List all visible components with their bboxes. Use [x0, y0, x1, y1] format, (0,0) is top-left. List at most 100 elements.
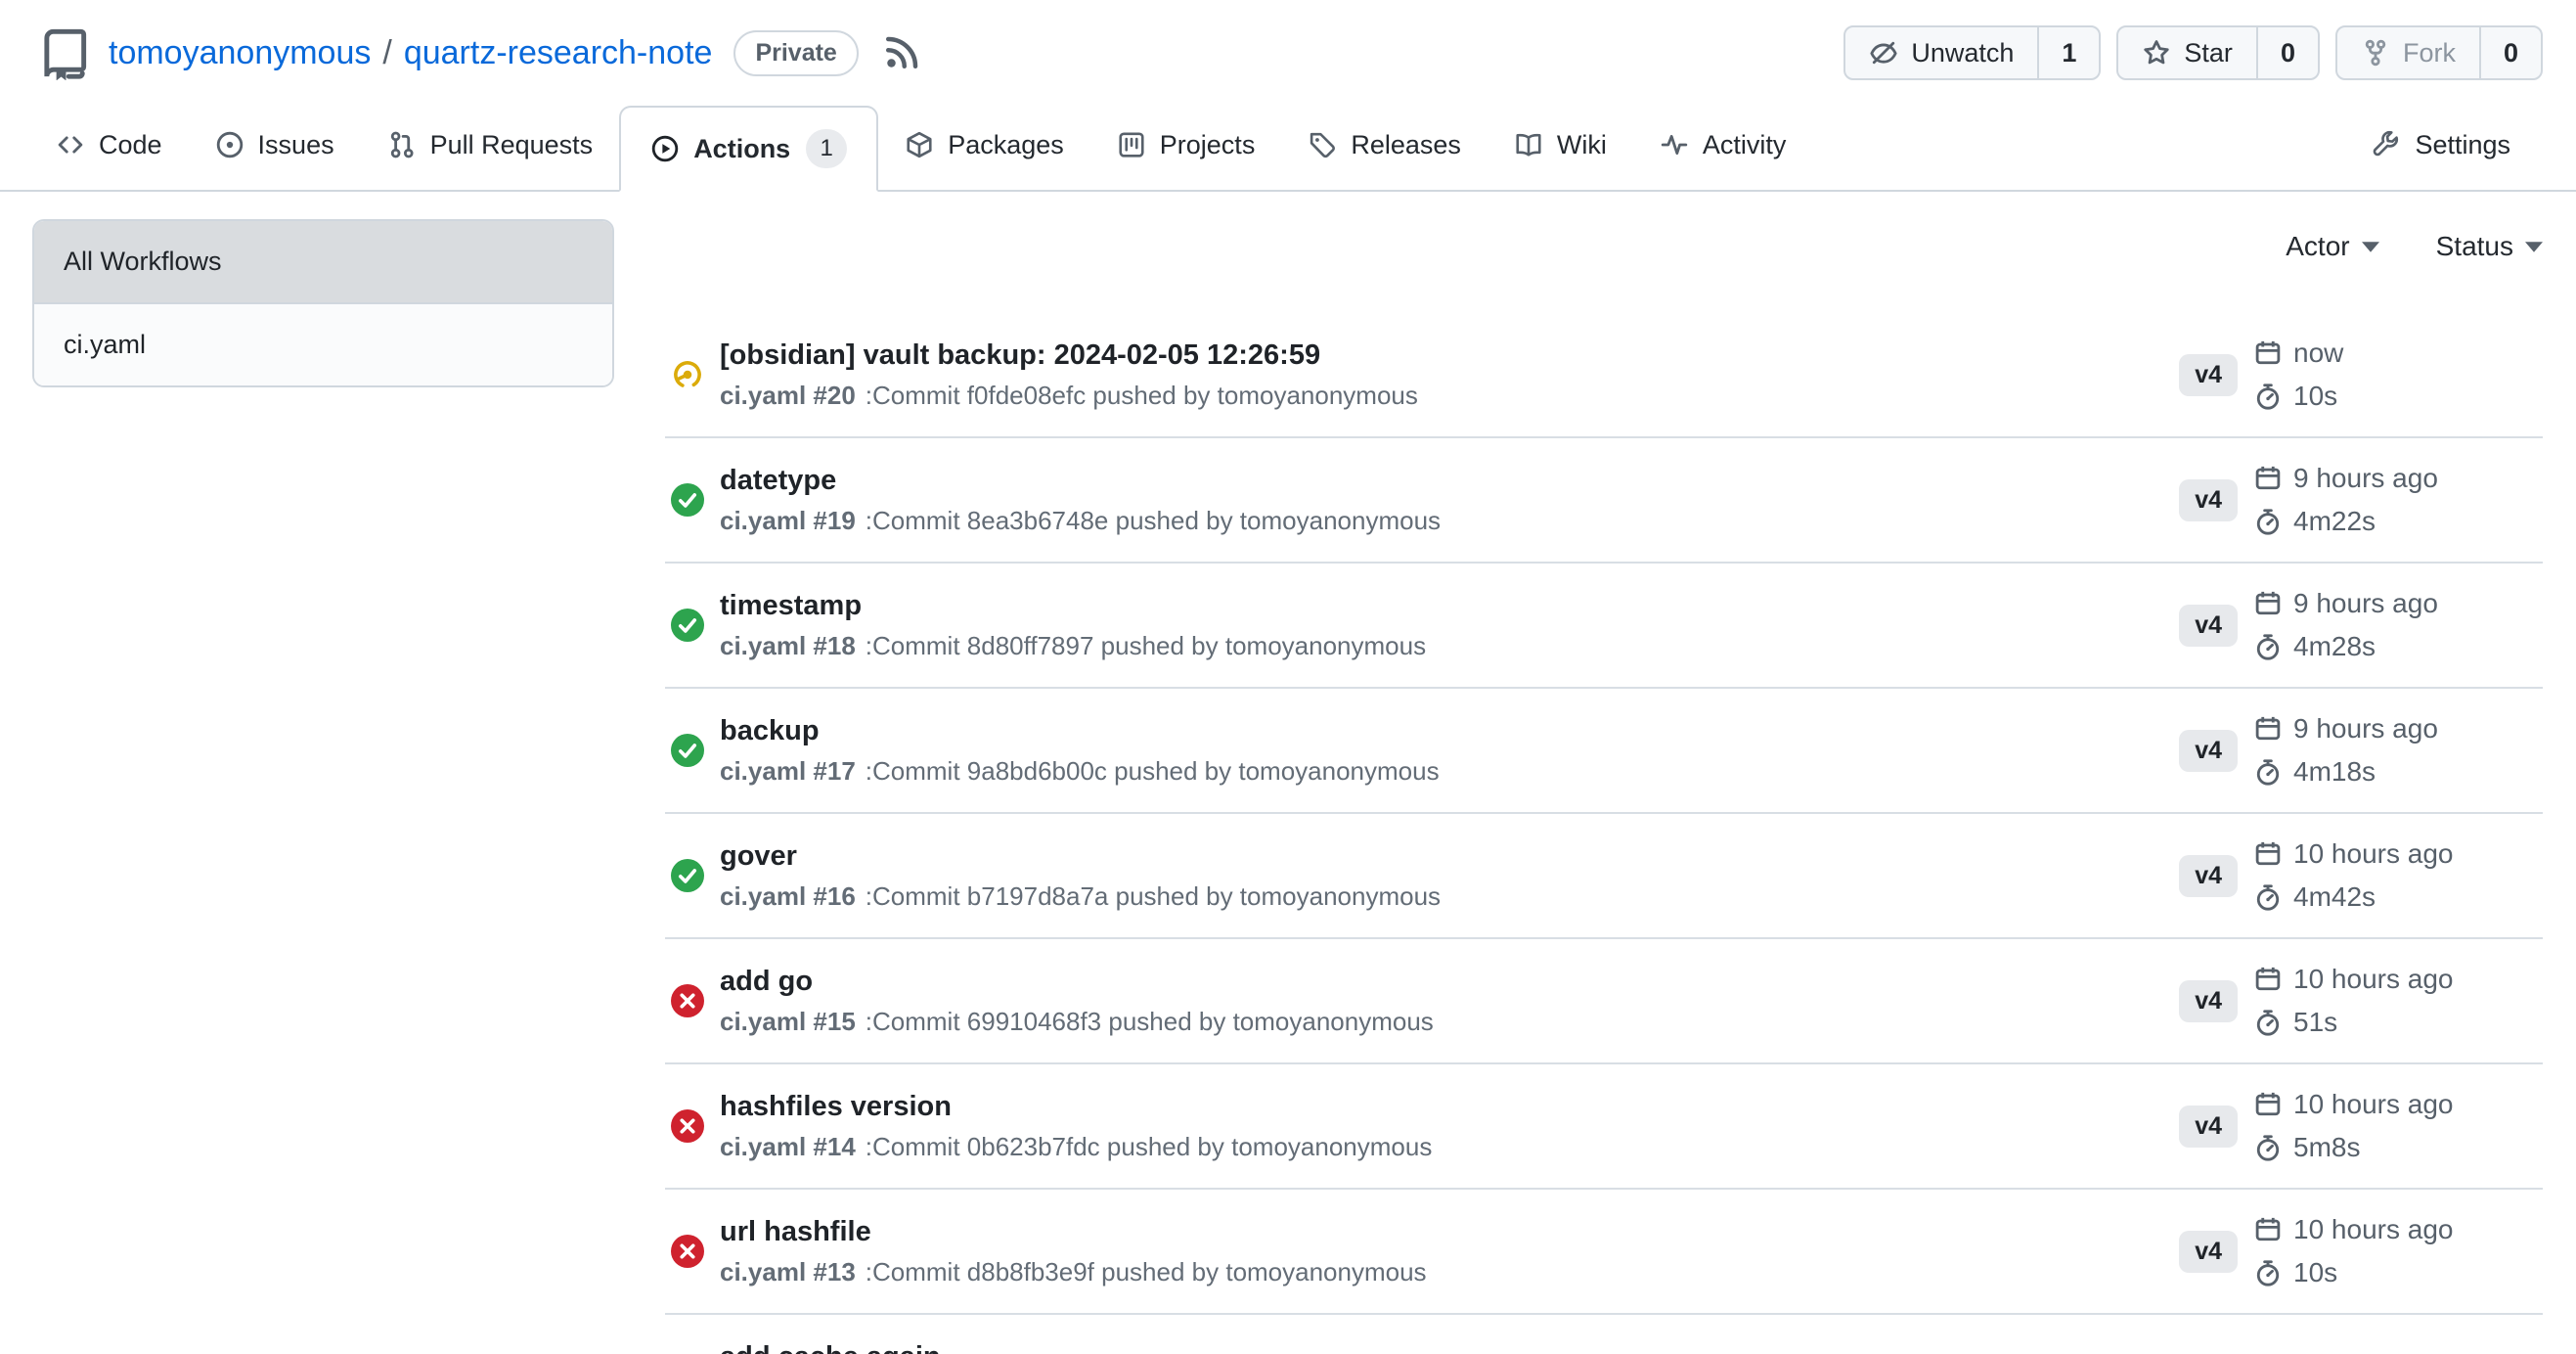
repo-header: tomoyanonymous / quartz-research-note Pr…	[0, 0, 2576, 100]
run-subtitle: ci.yaml #18:Commit 8d80ff7897 pushed by …	[720, 631, 1426, 661]
rss-feed-icon[interactable]	[882, 33, 921, 72]
run-meta: 10 hours ago 4m42s	[2253, 836, 2543, 915]
fork-label: Fork	[2403, 38, 2456, 68]
tag-icon	[1308, 130, 1337, 159]
status-filter-dropdown[interactable]: Status	[2436, 231, 2543, 262]
stopwatch-icon	[2253, 757, 2283, 787]
star-label: Star	[2184, 38, 2233, 68]
tab-label: Projects	[1160, 130, 1256, 160]
run-duration: 4m22s	[2293, 504, 2376, 539]
stopwatch-icon	[2253, 1258, 2283, 1287]
run-title-link[interactable]: add go	[720, 966, 1434, 998]
stopwatch-icon	[2253, 1133, 2283, 1162]
tab-wiki[interactable]: Wiki	[1488, 100, 1633, 190]
run-ref: ci.yaml #20	[720, 381, 856, 410]
status-success-icon	[671, 483, 704, 517]
workflow-run-row: url hashfile ci.yaml #13:Commit d8b8fb3e…	[665, 1190, 2543, 1315]
run-subtitle: ci.yaml #13:Commit d8b8fb3e9f pushed by …	[720, 1257, 1427, 1287]
run-ref: ci.yaml #17	[720, 756, 856, 786]
book-icon	[1514, 130, 1543, 159]
run-title-link[interactable]: timestamp	[720, 590, 1426, 622]
status-success-icon	[671, 734, 704, 767]
tab-releases[interactable]: Releases	[1281, 100, 1488, 190]
artifact-badge: v4	[2179, 730, 2238, 772]
workflow-run-row: add cache again 10 hours ago	[665, 1315, 2543, 1354]
runs-panel: Actor Status [obsidian] vault	[665, 219, 2543, 1354]
tab-code[interactable]: Code	[29, 100, 189, 190]
artifact-badge: v4	[2179, 1231, 2238, 1273]
run-subtitle: ci.yaml #20 :Commit f0fde08efc pushed by …	[720, 381, 1418, 411]
status-filter-label: Status	[2436, 231, 2513, 262]
calendar-icon	[2253, 714, 2283, 744]
run-duration: 10s	[2293, 1255, 2337, 1290]
sidebar-item-ci-yaml[interactable]: ci.yaml	[34, 302, 612, 385]
run-meta: now 10s	[2253, 336, 2543, 414]
artifact-badge: v4	[2179, 479, 2238, 521]
workflow-run-row: add go ci.yaml #15:Commit 69910468f3 pus…	[665, 939, 2543, 1064]
run-desc: :Commit d8b8fb3e9f pushed by tomoyanonym…	[866, 1257, 1427, 1286]
tab-label: Code	[99, 130, 162, 160]
run-title-link[interactable]: [obsidian] vault backup: 2024-02-05 12:2…	[720, 339, 1418, 372]
tab-pull-requests[interactable]: Pull Requests	[361, 100, 620, 190]
unwatch-button[interactable]: Unwatch 1	[1843, 25, 2101, 80]
run-duration: 5m8s	[2293, 1130, 2360, 1165]
run-title-link[interactable]: hashfiles version	[720, 1091, 1432, 1123]
tab-settings[interactable]: Settings	[2345, 100, 2537, 190]
run-filters: Actor Status	[665, 219, 2543, 262]
breadcrumb-separator: /	[382, 34, 391, 72]
project-icon	[1117, 130, 1146, 159]
run-title-link[interactable]: gover	[720, 840, 1441, 873]
run-title-link[interactable]: url hashfile	[720, 1216, 1427, 1248]
run-date: 9 hours ago	[2293, 711, 2438, 746]
calendar-icon	[2253, 1215, 2283, 1244]
tab-label: Packages	[948, 130, 1064, 160]
calendar-icon	[2253, 1090, 2283, 1119]
artifact-badge: v4	[2179, 605, 2238, 647]
run-desc: :Commit 9a8bd6b00c pushed by tomoyanonym…	[866, 756, 1440, 786]
star-icon	[2142, 38, 2171, 68]
run-desc: :Commit 0b623b7fdc pushed by tomoyanonym…	[866, 1132, 1433, 1161]
run-title-link[interactable]: datetype	[720, 465, 1441, 497]
run-ref: ci.yaml #19	[720, 506, 856, 535]
tab-label: Settings	[2415, 130, 2510, 160]
repo-action-buttons: Unwatch 1 Star 0 Fork 0	[1843, 25, 2543, 80]
run-meta: 9 hours ago 4m22s	[2253, 461, 2543, 539]
status-failure-icon	[671, 984, 704, 1017]
actions-page: All Workflows ci.yaml Actor Status	[0, 192, 2576, 1354]
run-meta: 10 hours ago 51s	[2253, 962, 2543, 1040]
workflow-run-row: [obsidian] vault backup: 2024-02-05 12:2…	[665, 313, 2543, 438]
run-title-link[interactable]: add cache again	[720, 1341, 941, 1354]
run-title-link[interactable]: backup	[720, 715, 1440, 747]
actor-filter-dropdown[interactable]: Actor	[2286, 231, 2378, 262]
status-success-icon	[671, 609, 704, 642]
actions-count-badge: 1	[806, 129, 847, 168]
tab-issues[interactable]: Issues	[189, 100, 361, 190]
run-duration: 10s	[2293, 379, 2337, 414]
status-success-icon	[671, 859, 704, 892]
repo-name-link[interactable]: quartz-research-note	[404, 34, 713, 72]
run-desc: :Commit f0fde08efc pushed by tomoyanonym…	[866, 381, 1418, 410]
workflow-run-row: backup ci.yaml #17 :Commit 9a8bd6b00c pus…	[665, 689, 2543, 814]
forks-count[interactable]: 0	[2479, 27, 2541, 78]
fork-button[interactable]: Fork 0	[2335, 25, 2543, 80]
tab-activity[interactable]: Activity	[1633, 100, 1813, 190]
run-desc: :Commit 8ea3b6748e pushed by tomoyanonym…	[866, 506, 1441, 535]
artifact-badge: v4	[2179, 1106, 2238, 1148]
workflow-run-row: timestamp ci.yaml #18:Commit 8d80ff7897 …	[665, 564, 2543, 689]
run-ref: ci.yaml #16	[720, 881, 856, 911]
run-subtitle: ci.yaml #15:Commit 69910468f3 pushed by …	[720, 1007, 1434, 1037]
run-date: 10 hours ago	[2293, 962, 2453, 997]
run-duration: 51s	[2293, 1005, 2337, 1040]
tab-actions[interactable]: Actions 1	[619, 106, 878, 192]
workflow-run-row: gover ci.yaml #16:Commit b7197d8a7a push…	[665, 814, 2543, 939]
tab-projects[interactable]: Projects	[1090, 100, 1282, 190]
watchers-count[interactable]: 1	[2037, 27, 2099, 78]
eye-closed-icon	[1869, 38, 1898, 68]
star-button[interactable]: Star 0	[2116, 25, 2320, 80]
tab-packages[interactable]: Packages	[878, 100, 1090, 190]
sidebar-item-all-workflows[interactable]: All Workflows	[34, 221, 612, 302]
repo-owner-link[interactable]: tomoyanonymous	[109, 34, 371, 72]
stars-count[interactable]: 0	[2256, 27, 2318, 78]
calendar-icon	[2253, 464, 2283, 493]
workflow-runs-list: [obsidian] vault backup: 2024-02-05 12:2…	[665, 313, 2543, 1354]
